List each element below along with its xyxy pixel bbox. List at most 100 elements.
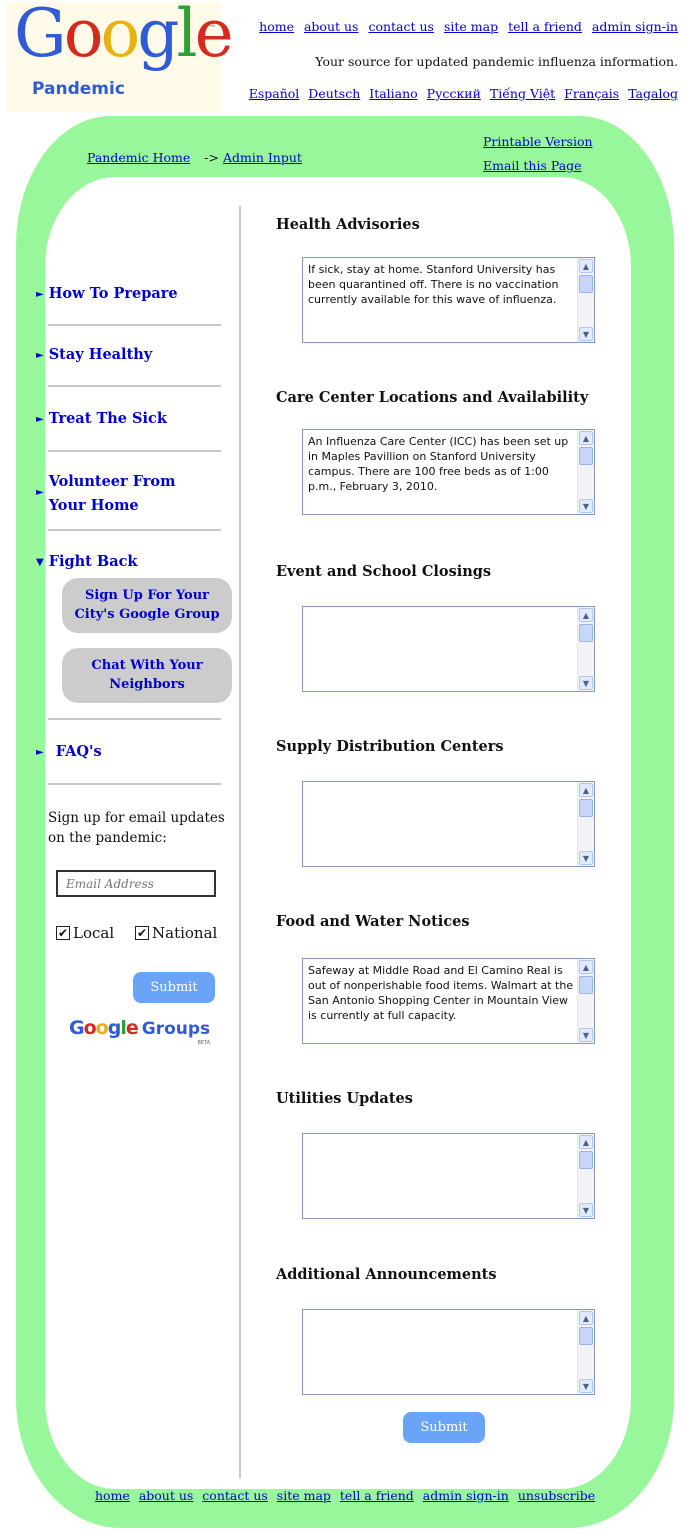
triangle-down-icon: ▼ (36, 557, 44, 568)
scrollbar[interactable]: ▲ ▼ (577, 258, 594, 342)
scroll-thumb[interactable] (579, 447, 593, 465)
pill-label-line2: Neighbors (109, 676, 185, 692)
footer-home-link[interactable]: home (95, 1488, 130, 1503)
scroll-up-icon[interactable]: ▲ (579, 1311, 593, 1325)
tagline: Your source for updated pandemic influen… (315, 54, 678, 69)
sidebar-separator (48, 450, 221, 452)
printable-version-link[interactable]: Printable Version (483, 130, 593, 154)
breadcrumb-current-link[interactable]: Admin Input (223, 150, 302, 165)
pill-label: Sign Up For Your City's Google Group (74, 587, 219, 625)
scroll-down-icon[interactable]: ▼ (579, 1379, 593, 1393)
scroll-up-icon[interactable]: ▲ (579, 259, 593, 273)
sidebar-separator (48, 718, 221, 720)
scroll-thumb[interactable] (579, 799, 593, 817)
lang-tagalog-link[interactable]: Tagalog (628, 86, 678, 101)
email-this-page-link[interactable]: Email this Page (483, 154, 593, 178)
sidebar-separator (48, 385, 221, 387)
logo-subtitle: Pandemic (32, 79, 125, 99)
sidebar-item-faqs[interactable]: ► FAQ's (36, 743, 102, 760)
scroll-thumb[interactable] (579, 1327, 593, 1345)
sidebar-item-label: Treat The Sick (48, 410, 167, 427)
footer-admin-sign-in-link[interactable]: admin sign-in (423, 1488, 509, 1503)
scroll-down-icon[interactable]: ▼ (579, 1028, 593, 1042)
nav-site-map-link[interactable]: site map (444, 19, 498, 34)
sidebar-item-label: Volunteer From Your Home (49, 470, 176, 518)
lang-russian-link[interactable]: Русский (427, 86, 481, 101)
scroll-up-icon[interactable]: ▲ (579, 431, 593, 445)
main-submit-button[interactable]: Submit (403, 1412, 485, 1443)
nav-home-link[interactable]: home (259, 19, 294, 34)
supply-distribution-centers-textarea[interactable]: ▲ ▼ (302, 781, 595, 867)
email-submit-button[interactable]: Submit (133, 972, 215, 1003)
lang-italian-link[interactable]: Italiano (369, 86, 417, 101)
scrollbar[interactable]: ▲ ▼ (577, 782, 594, 866)
pill-label-line2: City's Google Group (74, 606, 220, 622)
scrollbar[interactable]: ▲ ▼ (577, 1134, 594, 1218)
checkbox-national[interactable]: ✔ National (135, 924, 217, 942)
sidebar-item-stay-healthy[interactable]: ► Stay Healthy (36, 346, 152, 363)
scrollbar[interactable]: ▲ ▼ (577, 430, 594, 514)
sidebar-item-how-to-prepare[interactable]: ► How To Prepare (36, 285, 178, 302)
scroll-thumb[interactable] (579, 1151, 593, 1169)
lang-german-link[interactable]: Deutsch (308, 86, 360, 101)
sidebar-item-fight-back[interactable]: ▼ Fight Back (36, 553, 137, 570)
checkbox-checked-icon[interactable]: ✔ (135, 926, 149, 940)
chat-with-neighbors-button[interactable]: Chat With Your Neighbors (62, 648, 232, 703)
additional-announcements-textarea[interactable]: ▲ ▼ (302, 1309, 595, 1395)
nav-contact-us-link[interactable]: contact us (368, 19, 434, 34)
footer-unsubscribe-link[interactable]: unsubscribe (518, 1488, 595, 1503)
lang-spanish-link[interactable]: Español (249, 86, 300, 101)
footer-tell-a-friend-link[interactable]: tell a friend (340, 1488, 414, 1503)
nav-about-us-link[interactable]: about us (304, 19, 359, 34)
scroll-thumb[interactable] (579, 624, 593, 642)
sidebar-item-label: Fight Back (48, 553, 138, 570)
section-title-utilities-updates: Utilities Updates (276, 1090, 413, 1107)
scroll-down-icon[interactable]: ▼ (579, 499, 593, 513)
email-address-input[interactable] (56, 870, 216, 897)
utilities-updates-textarea[interactable]: ▲ ▼ (302, 1133, 595, 1219)
scroll-up-icon[interactable]: ▲ (579, 1135, 593, 1149)
top-nav: home about us contact us site map tell a… (253, 19, 678, 34)
section-title-additional-announcements: Additional Announcements (276, 1266, 497, 1283)
scrollbar[interactable]: ▲ ▼ (577, 1310, 594, 1394)
scroll-thumb[interactable] (579, 275, 593, 293)
google-pandemic-logo[interactable]: Google ™ Pandemic (6, 0, 234, 112)
scrollbar[interactable]: ▲ ▼ (577, 607, 594, 691)
scroll-thumb[interactable] (579, 976, 593, 994)
breadcrumb-home-link[interactable]: Pandemic Home (87, 150, 190, 165)
section-title-event-school-closings: Event and School Closings (276, 563, 492, 580)
scroll-up-icon[interactable]: ▲ (579, 960, 593, 974)
scroll-down-icon[interactable]: ▼ (579, 327, 593, 341)
sidebar-item-label: How To Prepare (48, 285, 178, 302)
lang-french-link[interactable]: Français (564, 86, 619, 101)
footer-site-map-link[interactable]: site map (277, 1488, 331, 1503)
textarea-content: An Influenza Care Center (ICC) has been … (308, 435, 569, 493)
sidebar-item-treat-the-sick[interactable]: ► Treat The Sick (36, 410, 167, 427)
sidebar-item-volunteer-from-your-home[interactable]: ► Volunteer From Your Home (36, 470, 175, 518)
scroll-up-icon[interactable]: ▲ (579, 608, 593, 622)
lang-vietnamese-link[interactable]: Tiếng Việt (490, 86, 555, 101)
care-center-locations-textarea[interactable]: An Influenza Care Center (ICC) has been … (302, 429, 595, 515)
signup-city-google-group-button[interactable]: Sign Up For Your City's Google Group (62, 578, 232, 633)
textarea-content: Safeway at Middle Road and El Camino Rea… (308, 964, 574, 1022)
scroll-down-icon[interactable]: ▼ (579, 851, 593, 865)
google-groups-logo[interactable]: Google Groups BETA (69, 1017, 211, 1046)
nav-admin-sign-in-link[interactable]: admin sign-in (592, 19, 678, 34)
scroll-down-icon[interactable]: ▼ (579, 1203, 593, 1217)
nav-tell-a-friend-link[interactable]: tell a friend (508, 19, 582, 34)
section-title-care-center-locations: Care Center Locations and Availability (276, 389, 589, 406)
event-school-closings-textarea[interactable]: ▲ ▼ (302, 606, 595, 692)
section-title-food-water-notices: Food and Water Notices (276, 913, 470, 930)
email-signup-prompt: Sign up for email updates on the pandemi… (48, 810, 225, 846)
health-advisories-textarea[interactable]: If sick, stay at home. Stanford Universi… (302, 257, 595, 343)
scroll-down-icon[interactable]: ▼ (579, 676, 593, 690)
checkbox-local[interactable]: ✔ Local (56, 924, 114, 942)
scroll-up-icon[interactable]: ▲ (579, 783, 593, 797)
checkbox-checked-icon[interactable]: ✔ (56, 926, 70, 940)
scrollbar[interactable]: ▲ ▼ (577, 959, 594, 1043)
groups-text: Groups (141, 1019, 211, 1039)
food-water-notices-textarea[interactable]: Safeway at Middle Road and El Camino Rea… (302, 958, 595, 1044)
footer-about-us-link[interactable]: about us (139, 1488, 194, 1503)
footer-contact-us-link[interactable]: contact us (202, 1488, 268, 1503)
triangle-right-icon: ► (36, 414, 44, 425)
